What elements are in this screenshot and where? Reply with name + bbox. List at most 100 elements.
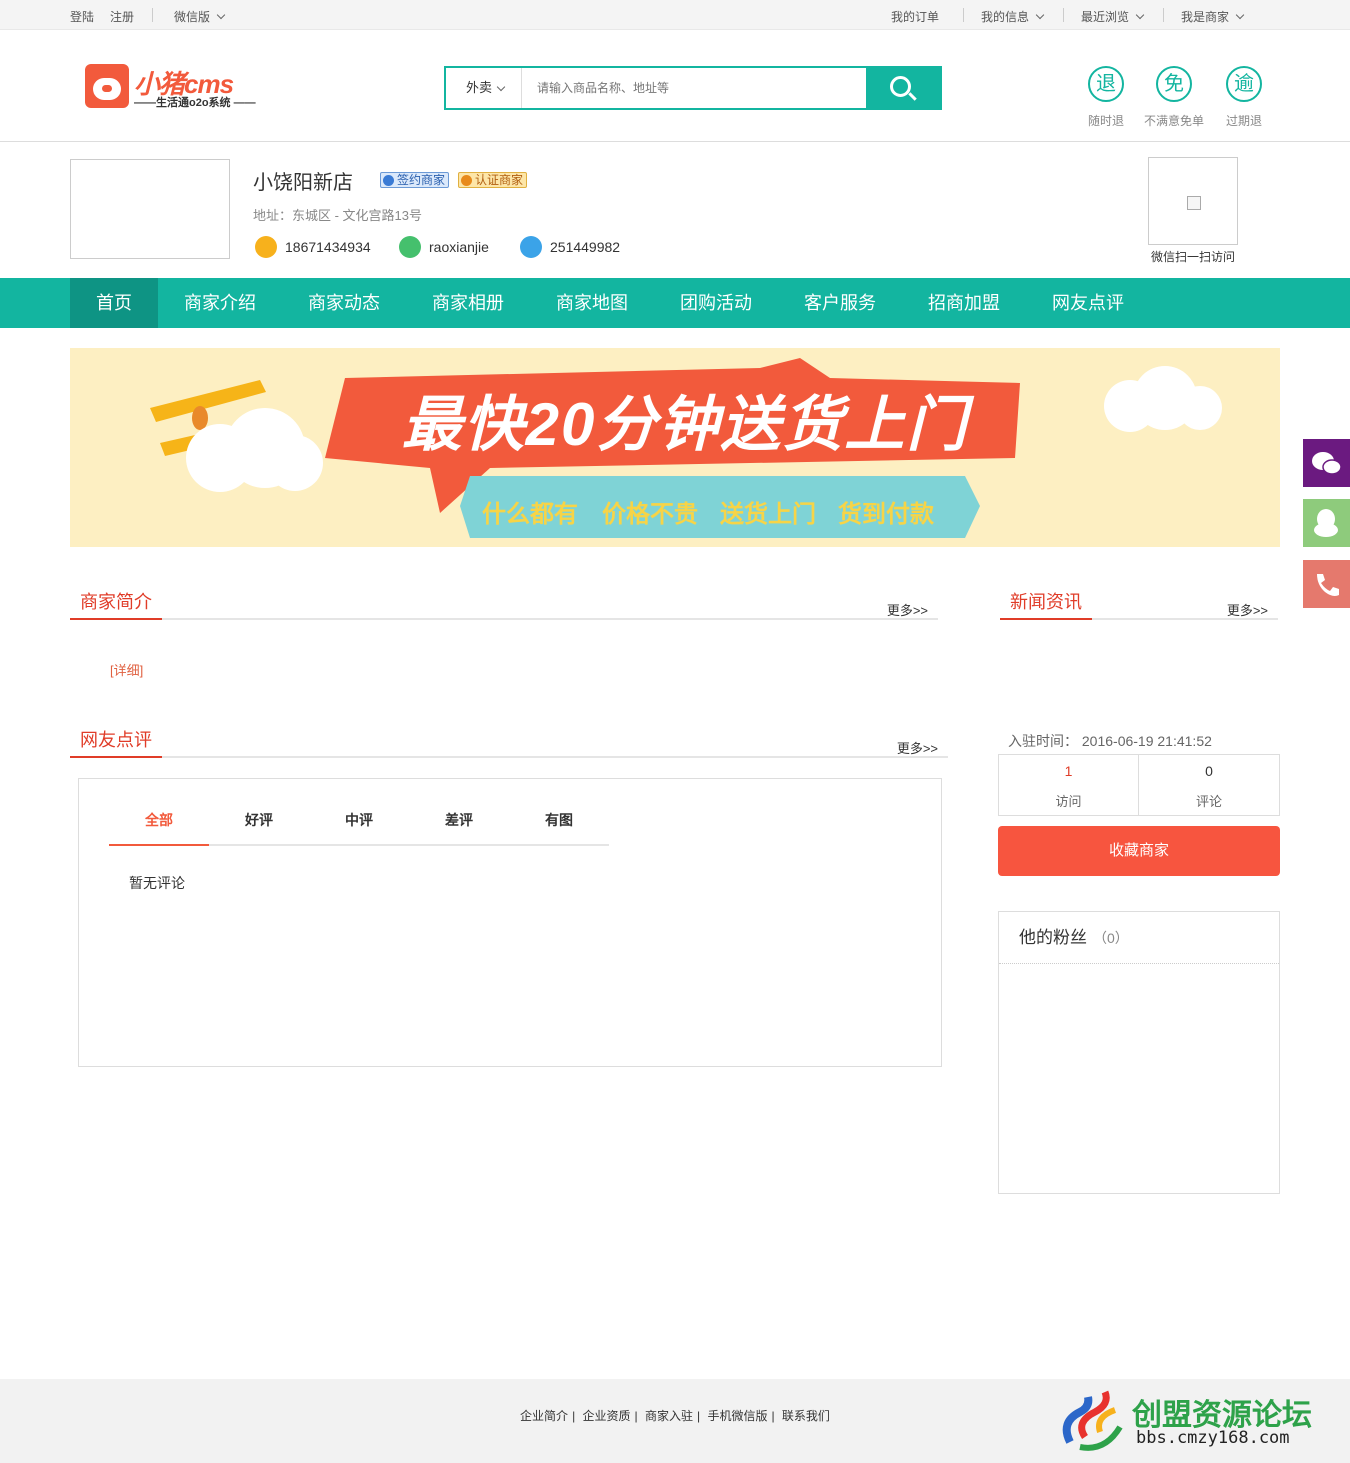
shop-nav: 首页 商家介绍 商家动态 商家相册 商家地图 团购活动 客户服务 招商加盟 网友… [0, 278, 1350, 328]
news-title: 新闻资讯 [1000, 588, 1092, 620]
banner-tag: 什么都有 [482, 501, 578, 528]
footer-link-about[interactable]: 企业简介 [520, 1409, 568, 1423]
side-phone-button[interactable] [1303, 560, 1350, 608]
reviews-panel: 全部 好评 中评 差评 有图 暂无评论 [78, 778, 942, 1067]
news-more-link[interactable]: 更多>> [1227, 600, 1268, 619]
visits-stat: 1 访问 [999, 755, 1139, 815]
tab-all[interactable]: 全部 [109, 803, 209, 846]
chevron-down-icon [1035, 10, 1045, 20]
qq-icon [1314, 509, 1338, 537]
shop-stats: 1 访问 0 评论 [998, 754, 1280, 816]
promise-free-order: 免 不满意免单 [1144, 66, 1204, 129]
search-bar: 外卖 [444, 66, 942, 110]
nav-service[interactable]: 客户服务 [790, 278, 890, 328]
join-time: 入驻时间： 2016-06-19 21:41:52 [1008, 733, 1212, 749]
shop-name: 小饶阳新店 [253, 172, 353, 194]
wechat-icon [399, 236, 421, 258]
watermark: 创盟资源论坛 bbs.cmzy168.com [1060, 1382, 1340, 1454]
footer-link-mobile[interactable]: 手机微信版 [707, 1409, 767, 1423]
banner-tag: 货到付款 [838, 501, 934, 528]
reviews-title: 网友点评 [70, 726, 162, 758]
nav-map[interactable]: 商家地图 [542, 278, 642, 328]
wechat-qr-code [1148, 157, 1238, 245]
expired-icon: 逾 [1226, 66, 1262, 102]
search-button[interactable] [866, 68, 940, 108]
merchant-menu[interactable]: 我是商家 [1181, 8, 1245, 25]
divider [963, 8, 964, 22]
fans-header: 他的粉丝 （0） [999, 912, 1279, 964]
footer-link-join[interactable]: 商家入驻 [645, 1409, 693, 1423]
shop-address: 地址：东城区 - 文化宫路13号 [253, 208, 423, 223]
intro-detail-link[interactable]: [详细] [110, 660, 143, 679]
side-wechat-button[interactable] [1303, 439, 1350, 487]
nav-reviews[interactable]: 网友点评 [1038, 278, 1138, 328]
shop-wechat: raoxianjie [399, 236, 489, 258]
qq-icon [520, 236, 542, 258]
recent-menu[interactable]: 最近浏览 [1081, 8, 1145, 25]
nav-franchise[interactable]: 招商加盟 [914, 278, 1014, 328]
nav-group-buy[interactable]: 团购活动 [666, 278, 766, 328]
nav-album[interactable]: 商家相册 [418, 278, 518, 328]
tab-bad[interactable]: 差评 [409, 803, 509, 846]
header: 小猪cms ——生活通o2o系统 —— 外卖 退 随时退 免 不满意免单 逾 过… [0, 30, 1350, 142]
top-bar: 登陆 注册 微信版 我的订单 我的信息 最近浏览 我是商家 [0, 0, 1350, 30]
favorite-shop-button[interactable]: 收藏商家 [998, 826, 1280, 876]
banner-headline: 最快20分钟送货上门 [401, 391, 969, 458]
refund-icon: 退 [1088, 66, 1124, 102]
fans-panel: 他的粉丝 （0） [998, 911, 1280, 1194]
watermark-logo-icon [1062, 1390, 1123, 1451]
login-link[interactable]: 登陆 [70, 8, 94, 25]
reviews-more-link[interactable]: 更多>> [897, 738, 938, 757]
register-link[interactable]: 注册 [110, 8, 134, 25]
no-reviews-text: 暂无评论 [129, 875, 185, 891]
banner-tag: 价格不贵 [602, 501, 698, 528]
qr-label: 微信扫一扫访问 [1150, 250, 1235, 264]
intro-header: 商家简介 更多>> [70, 580, 938, 620]
broken-image-icon [1187, 196, 1201, 210]
news-header: 新闻资讯 更多>> [1000, 580, 1278, 620]
shop-phone: 18671434934 [255, 236, 371, 258]
promise-expired-refund: 逾 过期退 [1214, 66, 1274, 129]
footer-link-qualification[interactable]: 企业资质 [583, 1409, 631, 1423]
signed-merchant-badge: 签约商家 [380, 172, 450, 188]
promo-banner[interactable]: 最快20分钟送货上门 什么都有 价格不贵 送货上门 货到付款 [70, 348, 1280, 547]
chevron-down-icon [496, 82, 506, 92]
nav-intro[interactable]: 商家介绍 [170, 278, 270, 328]
chevron-down-icon [1135, 10, 1145, 20]
reviews-header: 网友点评 更多>> [70, 718, 948, 758]
side-qq-button[interactable] [1303, 499, 1350, 547]
wechat-icon [1312, 452, 1342, 475]
shop-logo [70, 159, 230, 259]
search-category-select[interactable]: 外卖 [446, 68, 522, 108]
chevron-down-icon [216, 10, 226, 20]
certified-merchant-badge: 认证商家 [458, 172, 528, 188]
free-icon: 免 [1156, 66, 1192, 102]
footer-link-contact[interactable]: 联系我们 [782, 1409, 830, 1423]
divider [152, 8, 153, 22]
review-tabs: 全部 好评 中评 差评 有图 [109, 803, 609, 846]
nav-news[interactable]: 商家动态 [294, 278, 394, 328]
shield-icon [383, 175, 394, 186]
tab-good[interactable]: 好评 [209, 803, 309, 846]
shop-qq: 251449982 [520, 236, 620, 258]
banner-tag: 送货上门 [720, 501, 816, 528]
phone-icon [1317, 574, 1339, 596]
search-input[interactable] [523, 68, 867, 108]
promise-refund-anytime: 退 随时退 [1076, 66, 1136, 129]
intro-more-link[interactable]: 更多>> [887, 600, 928, 619]
my-orders-link[interactable]: 我的订单 [891, 8, 939, 25]
logo-subtitle: ——生活通o2o系统 —— [134, 97, 256, 109]
phone-icon [255, 236, 277, 258]
tab-with-photo[interactable]: 有图 [509, 803, 609, 846]
nav-home[interactable]: 首页 [70, 278, 158, 328]
divider [1063, 8, 1064, 22]
certified-icon [461, 175, 472, 186]
logo-pig-icon[interactable] [85, 64, 129, 108]
intro-title: 商家简介 [70, 588, 162, 620]
chevron-down-icon [1235, 10, 1245, 20]
wechat-version-menu[interactable]: 微信版 [174, 8, 226, 25]
my-info-menu[interactable]: 我的信息 [981, 8, 1045, 25]
comments-stat: 0 评论 [1195, 763, 1222, 809]
shop-info: 小饶阳新店 签约商家 认证商家 地址：东城区 - 文化宫路13号 1867143… [0, 142, 1350, 278]
tab-neutral[interactable]: 中评 [309, 803, 409, 846]
